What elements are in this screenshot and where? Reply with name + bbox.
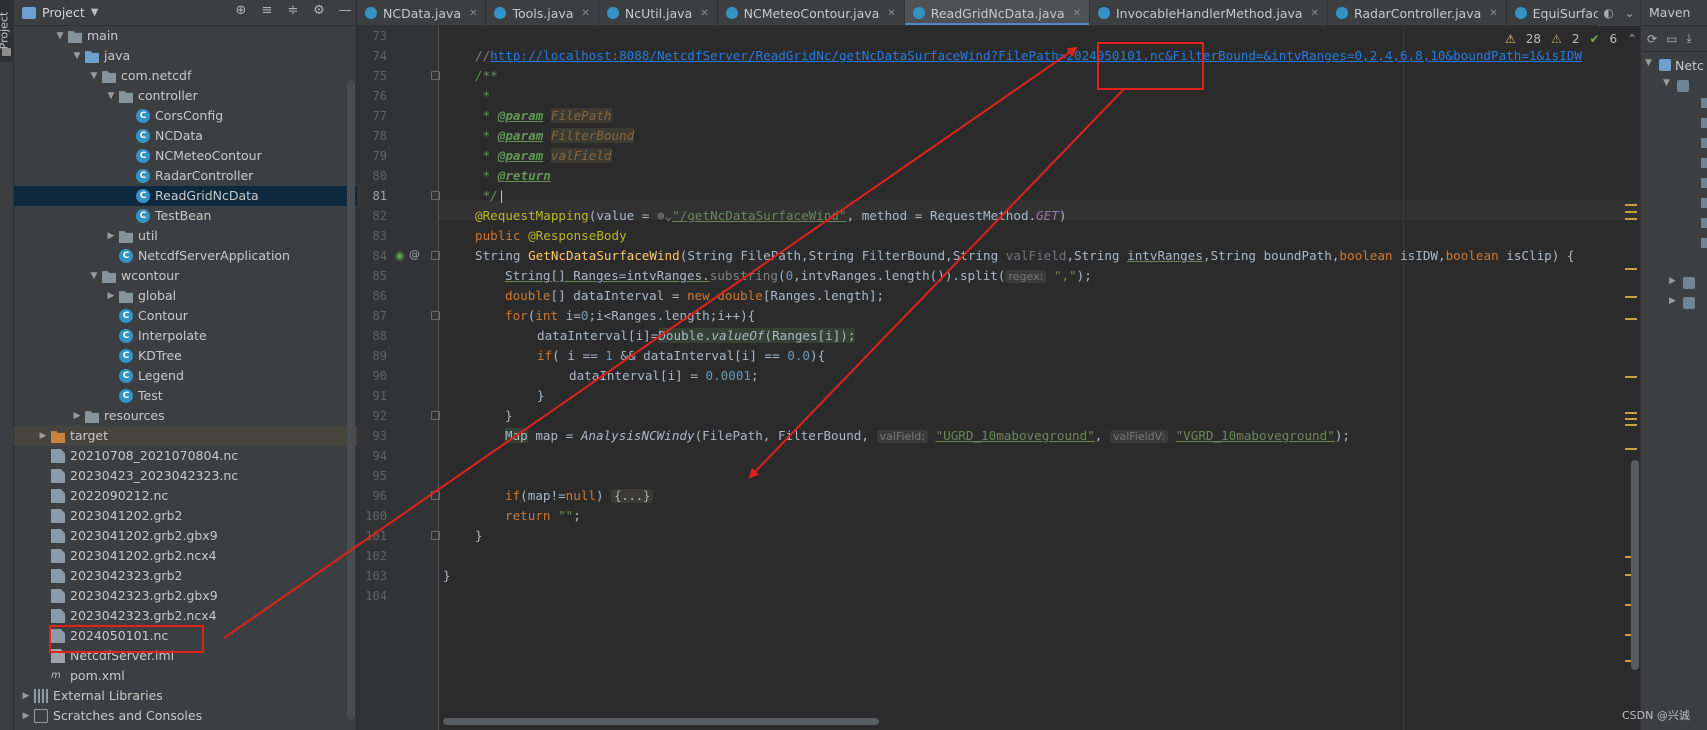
arrow-url-to-call [748, 89, 1124, 479]
arrow-file-to-url [223, 46, 1078, 639]
annotation-arrows [223, 46, 1124, 639]
